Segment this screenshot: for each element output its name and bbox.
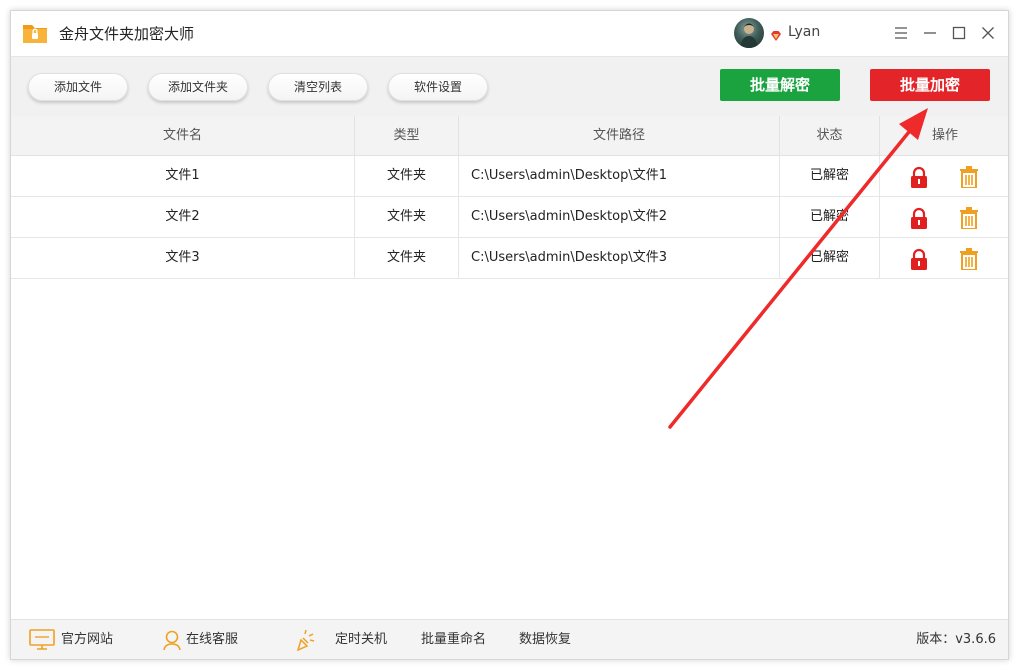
add-file-button[interactable]: 添加文件 <box>28 73 128 101</box>
data-recovery-link[interactable]: 数据恢复 <box>519 620 571 660</box>
cell-path: C:\Users\admin\Desktop\文件3 <box>459 238 780 278</box>
cell-path: C:\Users\admin\Desktop\文件2 <box>459 197 780 237</box>
avatar[interactable] <box>734 18 764 48</box>
monitor-icon[interactable] <box>29 629 55 651</box>
lock-icon[interactable] <box>909 207 929 229</box>
batch-encrypt-button[interactable]: 批量加密 <box>870 69 990 101</box>
folder-lock-icon <box>21 19 49 47</box>
settings-button[interactable]: 软件设置 <box>388 73 488 101</box>
toolbar: 添加文件 添加文件夹 清空列表 软件设置 批量解密 批量加密 <box>11 56 1008 116</box>
table-row[interactable]: 文件3 文件夹 C:\Users\admin\Desktop\文件3 已解密 <box>11 238 1008 279</box>
header-path[interactable]: 文件路径 <box>459 116 780 156</box>
headset-icon[interactable] <box>161 629 185 651</box>
version-label: 版本：v3.6.6 <box>916 632 996 647</box>
header-type[interactable]: 类型 <box>355 116 459 156</box>
close-icon[interactable] <box>978 23 998 43</box>
trash-icon[interactable] <box>959 166 979 189</box>
cell-status: 已解密 <box>780 238 880 278</box>
cell-status: 已解密 <box>780 156 880 196</box>
header-status[interactable]: 状态 <box>780 116 880 156</box>
trash-icon[interactable] <box>959 207 979 230</box>
cell-type: 文件夹 <box>355 238 459 278</box>
footer-bar: 官方网站 在线客服 定时关机 批量重命名 数据恢复 版本：v3.6.6 <box>11 619 1008 659</box>
cell-type: 文件夹 <box>355 197 459 237</box>
header-name[interactable]: 文件名 <box>11 116 355 156</box>
scheduled-shutdown-link[interactable]: 定时关机 <box>335 620 387 660</box>
app-window: 金舟文件夹加密大师 Lyan 添加文件 添加文件夹 清空列表 软件设置 批量解密… <box>10 10 1009 660</box>
minimize-icon[interactable] <box>920 23 940 43</box>
cell-path: C:\Users\admin\Desktop\文件1 <box>459 156 780 196</box>
menu-icon[interactable] <box>891 23 911 43</box>
cell-status: 已解密 <box>780 197 880 237</box>
clear-list-button[interactable]: 清空列表 <box>268 73 368 101</box>
vip-diamond-icon <box>770 27 782 41</box>
cell-name: 文件2 <box>11 197 355 237</box>
title-bar: 金舟文件夹加密大师 Lyan <box>11 11 1008 56</box>
batch-decrypt-button[interactable]: 批量解密 <box>720 69 840 101</box>
header-actions: 操作 <box>931 128 958 143</box>
trash-icon[interactable] <box>959 248 979 271</box>
official-site-link[interactable]: 官方网站 <box>61 620 113 660</box>
table-header: 文件名 类型 文件路径 状态 操作 <box>11 116 1008 156</box>
lock-icon[interactable] <box>909 166 929 188</box>
timer-icon[interactable] <box>294 629 318 652</box>
table-row[interactable]: 文件2 文件夹 C:\Users\admin\Desktop\文件2 已解密 <box>11 197 1008 238</box>
username[interactable]: Lyan <box>788 24 820 40</box>
lock-icon[interactable] <box>909 248 929 270</box>
cell-type: 文件夹 <box>355 156 459 196</box>
maximize-icon[interactable] <box>949 23 969 43</box>
online-support-link[interactable]: 在线客服 <box>186 620 238 660</box>
cell-name: 文件1 <box>11 156 355 196</box>
add-folder-button[interactable]: 添加文件夹 <box>148 73 248 101</box>
cell-name: 文件3 <box>11 238 355 278</box>
table-row[interactable]: 文件1 文件夹 C:\Users\admin\Desktop\文件1 已解密 <box>11 156 1008 197</box>
app-title: 金舟文件夹加密大师 <box>59 25 195 43</box>
batch-rename-link[interactable]: 批量重命名 <box>421 620 486 660</box>
